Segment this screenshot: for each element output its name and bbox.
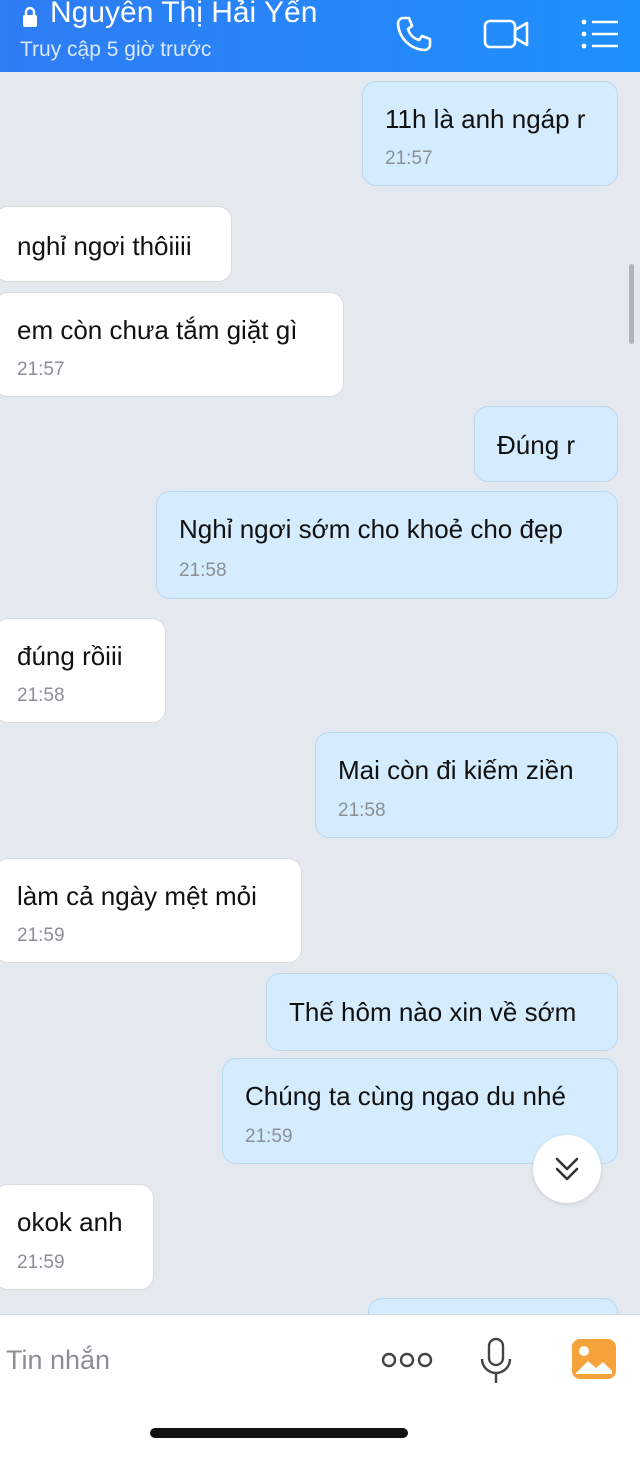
message-bubble-outgoing[interactable] (368, 1298, 618, 1314)
message-bubble-outgoing[interactable]: Đúng r (474, 406, 618, 482)
message-bubble-outgoing[interactable]: 11h là anh ngáp r 21:57 (362, 81, 618, 186)
message-text: Thế hôm nào xin về sớm (289, 997, 577, 1027)
message-input[interactable]: Tin nhắn (6, 1345, 110, 1376)
message-input-bar: Tin nhắn (0, 1314, 640, 1467)
message-text: okok anh (17, 1207, 123, 1237)
scroll-to-bottom-button[interactable] (533, 1135, 601, 1203)
message-text: làm cả ngày mệt mỏi (17, 881, 257, 911)
message-text: em còn chưa tắm giặt gì (17, 315, 298, 345)
message-time: 21:59 (17, 1252, 65, 1273)
message-time: 21:59 (17, 925, 65, 946)
message-text: Nghỉ ngơi sớm cho khoẻ cho đẹp (179, 514, 563, 544)
message-time: 21:58 (17, 685, 65, 706)
message-bubble-outgoing[interactable]: Nghỉ ngơi sớm cho khoẻ cho đẹp 21:58 (156, 491, 618, 599)
double-chevron-down-icon (555, 1157, 579, 1181)
phone-icon[interactable] (394, 14, 434, 54)
message-text: Đúng r (497, 430, 576, 460)
message-time: 21:57 (385, 148, 433, 169)
message-list[interactable]: 11h là anh ngáp r 21:57 nghỉ ngơi thôiii… (0, 72, 640, 1314)
video-call-icon[interactable] (482, 14, 530, 54)
message-bubble-incoming[interactable]: nghỉ ngơi thôiiii (0, 206, 232, 282)
chat-header: Nguyễn Thị Hải Yến Truy cập 5 giờ trước (0, 0, 640, 72)
message-time: 21:58 (338, 800, 386, 821)
lock-icon (23, 6, 37, 27)
photo-gallery-icon[interactable] (570, 1337, 618, 1381)
message-text: nghỉ ngơi thôiiii (17, 231, 192, 261)
message-bubble-outgoing[interactable]: Mai còn đi kiếm ziền 21:58 (315, 732, 618, 838)
message-text: 11h là anh ngáp r (385, 104, 586, 134)
home-indicator[interactable] (150, 1428, 408, 1438)
contact-name[interactable]: Nguyễn Thị Hải Yến (50, 0, 317, 30)
last-seen-status: Truy cập 5 giờ trước (20, 38, 212, 61)
message-bubble-incoming[interactable]: đúng rồiii 21:58 (0, 618, 166, 723)
message-time: 21:57 (17, 359, 65, 380)
message-time: 21:58 (179, 560, 227, 581)
message-text: đúng rồiii (17, 641, 123, 671)
microphone-icon[interactable] (478, 1337, 514, 1385)
message-bubble-outgoing[interactable]: Thế hôm nào xin về sớm (266, 973, 618, 1051)
message-text: Chúng ta cùng ngao du nhé (245, 1081, 566, 1111)
message-time: 21:59 (245, 1126, 293, 1147)
message-bubble-incoming[interactable]: em còn chưa tắm giặt gì 21:57 (0, 292, 344, 397)
more-options-icon[interactable] (380, 1349, 434, 1371)
menu-list-icon[interactable] (578, 14, 622, 54)
message-bubble-incoming[interactable]: làm cả ngày mệt mỏi 21:59 (0, 858, 302, 963)
message-text: Mai còn đi kiếm ziền (338, 755, 574, 785)
scrollbar[interactable] (629, 264, 634, 344)
message-bubble-incoming[interactable]: okok anh 21:59 (0, 1184, 154, 1290)
